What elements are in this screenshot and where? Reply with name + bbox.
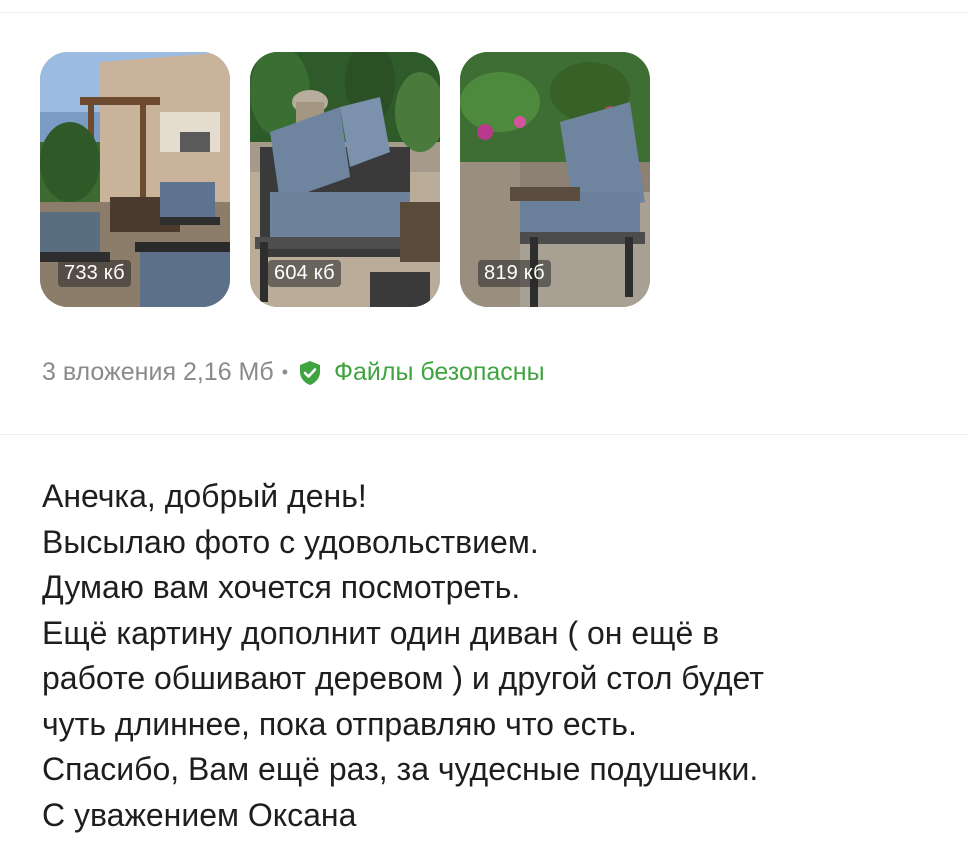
file-size-badge: 733 кб (58, 260, 131, 287)
section-divider (0, 434, 968, 435)
message-line: Думаю вам хочется посмотреть. (42, 569, 521, 605)
message-line: Ещё картину дополнит один диван ( он ещё… (42, 614, 720, 651)
attachments-meta: 3 вложения 2,16 Мб • Файлы безопасны (42, 358, 545, 387)
attachment-thumbnail-1[interactable]: 733 кб (40, 52, 230, 307)
meta-separator: • (281, 362, 288, 382)
attachment-gallery: 733 кб 604 кб 819 кб (40, 52, 650, 307)
attachment-thumbnail-3[interactable]: 819 кб (460, 52, 650, 307)
message-line: чуть длиннее, пока отправляю что есть. (42, 705, 637, 742)
message-line: Высылаю фото с удовольствием. (42, 523, 539, 560)
message-line: С уважением Оксана (42, 796, 357, 833)
shield-check-icon (300, 360, 320, 385)
file-size-badge: 819 кб (478, 260, 551, 287)
attachment-thumbnail-2[interactable]: 604 кб (250, 52, 440, 307)
message-line: работе обшивают деревом ) и другой стол … (42, 660, 764, 696)
files-safe-link[interactable]: Файлы безопасны (334, 358, 545, 387)
message-line: Спасибо, Вам ещё раз, за чудесные подуше… (42, 751, 759, 787)
attachment-count: 3 вложения (42, 358, 176, 386)
attachment-total-size: 2,16 Мб (182, 358, 274, 386)
message-line: Анечка, добрый день! (42, 478, 367, 514)
file-size-badge: 604 кб (268, 260, 341, 287)
message-body: Анечка, добрый день! Высылаю фото с удов… (42, 474, 952, 838)
top-divider (0, 12, 968, 13)
